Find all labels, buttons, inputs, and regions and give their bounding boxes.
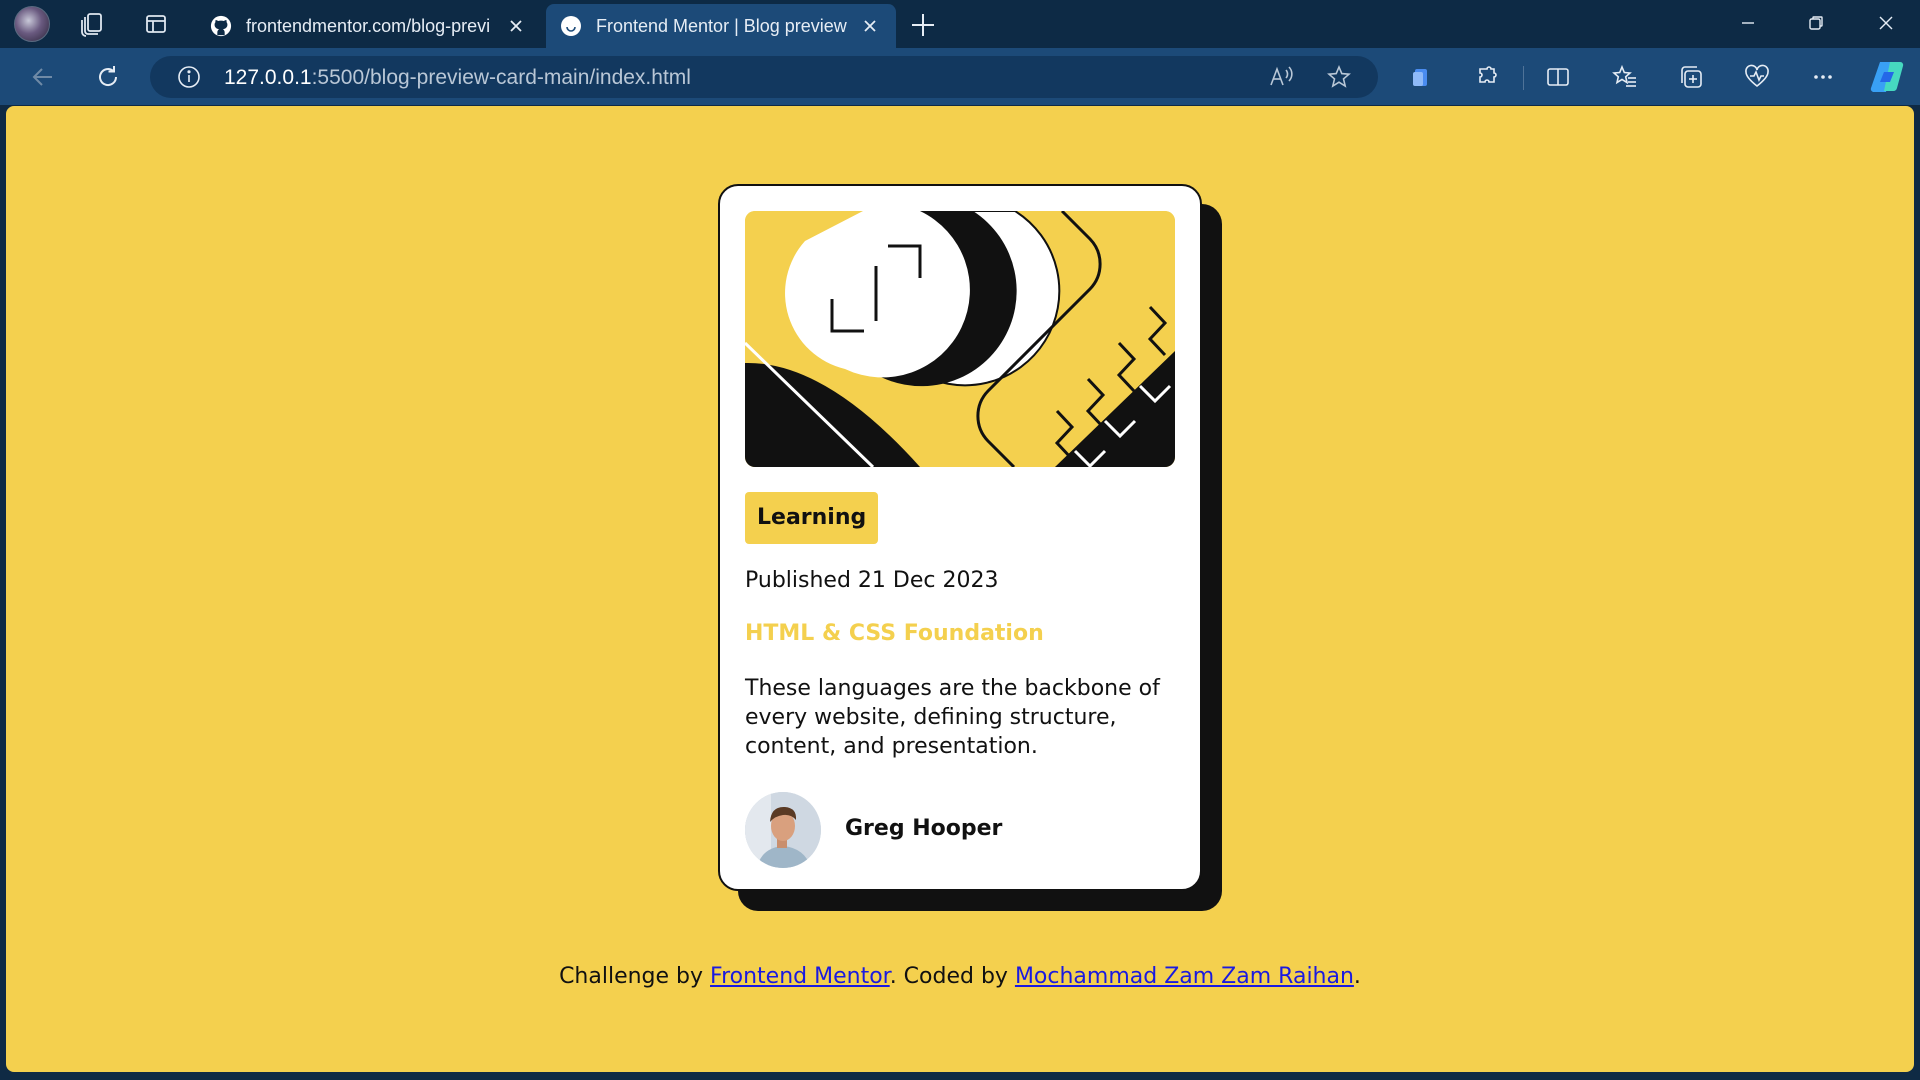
workspaces-icon[interactable] <box>76 8 108 40</box>
attribution-prefix: Challenge by <box>559 964 711 989</box>
blog-description: These languages are the backbone of ever… <box>745 676 1160 759</box>
page-icon <box>560 15 582 37</box>
blog-illustration <box>745 211 1175 467</box>
tab-blog-preview[interactable]: Frontend Mentor | Blog preview <box>546 4 896 48</box>
close-tab-icon[interactable] <box>858 14 882 38</box>
tab-title: Frontend Mentor | Blog preview <box>596 15 847 36</box>
publish-date: Published 21 Dec 2023 <box>745 568 999 593</box>
attribution-suffix: . <box>1353 964 1361 989</box>
browser-title-bar: frontendmentor.com/blog-previ Frontend M… <box>0 0 1920 48</box>
blog-preview-card: Learning Published 21 Dec 2023 HTML & CS… <box>718 184 1202 891</box>
address-bar[interactable]: 127.0.0.1:5500/blog-preview-card-main/in… <box>150 56 1378 98</box>
browser-toolbar: 127.0.0.1:5500/blog-preview-card-main/in… <box>0 48 1920 105</box>
read-aloud-icon[interactable] <box>1264 60 1298 94</box>
profile-avatar-icon[interactable] <box>14 6 50 42</box>
attribution: Challenge by Frontend Mentor. Coded by M… <box>6 964 1914 989</box>
author-link[interactable]: Mochammad Zam Zam Raihan <box>1015 964 1354 989</box>
toolbar-separator <box>1523 66 1524 90</box>
extension-icon[interactable] <box>1404 60 1438 94</box>
attribution-middle: . Coded by <box>889 964 1015 989</box>
refresh-icon[interactable] <box>91 60 125 94</box>
frontend-mentor-link[interactable]: Frontend Mentor <box>710 964 890 989</box>
more-options-icon[interactable] <box>1806 60 1840 94</box>
url-path: :5500/blog-preview-card-main/index.html <box>311 66 691 89</box>
close-window-icon[interactable] <box>1852 0 1920 46</box>
author-avatar <box>745 792 821 868</box>
collections-icon[interactable] <box>1674 60 1708 94</box>
favorites-icon[interactable] <box>1608 60 1642 94</box>
back-icon[interactable] <box>26 60 60 94</box>
tab-title: frontendmentor.com/blog-previ <box>246 15 491 36</box>
url-host: 127.0.0.1 <box>224 66 312 89</box>
new-tab-icon[interactable] <box>908 10 938 40</box>
page-viewport: Learning Published 21 Dec 2023 HTML & CS… <box>6 106 1914 1072</box>
blog-title[interactable]: HTML & CSS Foundation <box>745 621 1044 646</box>
favorite-star-icon[interactable] <box>1322 60 1356 94</box>
minimize-icon[interactable] <box>1714 0 1782 46</box>
site-info-icon[interactable] <box>172 60 206 94</box>
restore-icon[interactable] <box>1782 0 1850 46</box>
tab-actions-icon[interactable] <box>140 8 172 40</box>
copilot-icon[interactable] <box>1868 60 1908 94</box>
close-tab-icon[interactable] <box>504 14 528 38</box>
category-tag: Learning <box>745 492 879 544</box>
url-text[interactable]: 127.0.0.1:5500/blog-preview-card-main/in… <box>224 66 691 90</box>
browser-essentials-icon[interactable] <box>1740 60 1774 94</box>
extensions-puzzle-icon[interactable] <box>1470 60 1504 94</box>
split-screen-icon[interactable] <box>1541 60 1575 94</box>
github-icon <box>210 15 232 37</box>
tab-github[interactable]: frontendmentor.com/blog-previ <box>196 4 542 48</box>
author-name: Greg Hooper <box>845 816 1003 841</box>
